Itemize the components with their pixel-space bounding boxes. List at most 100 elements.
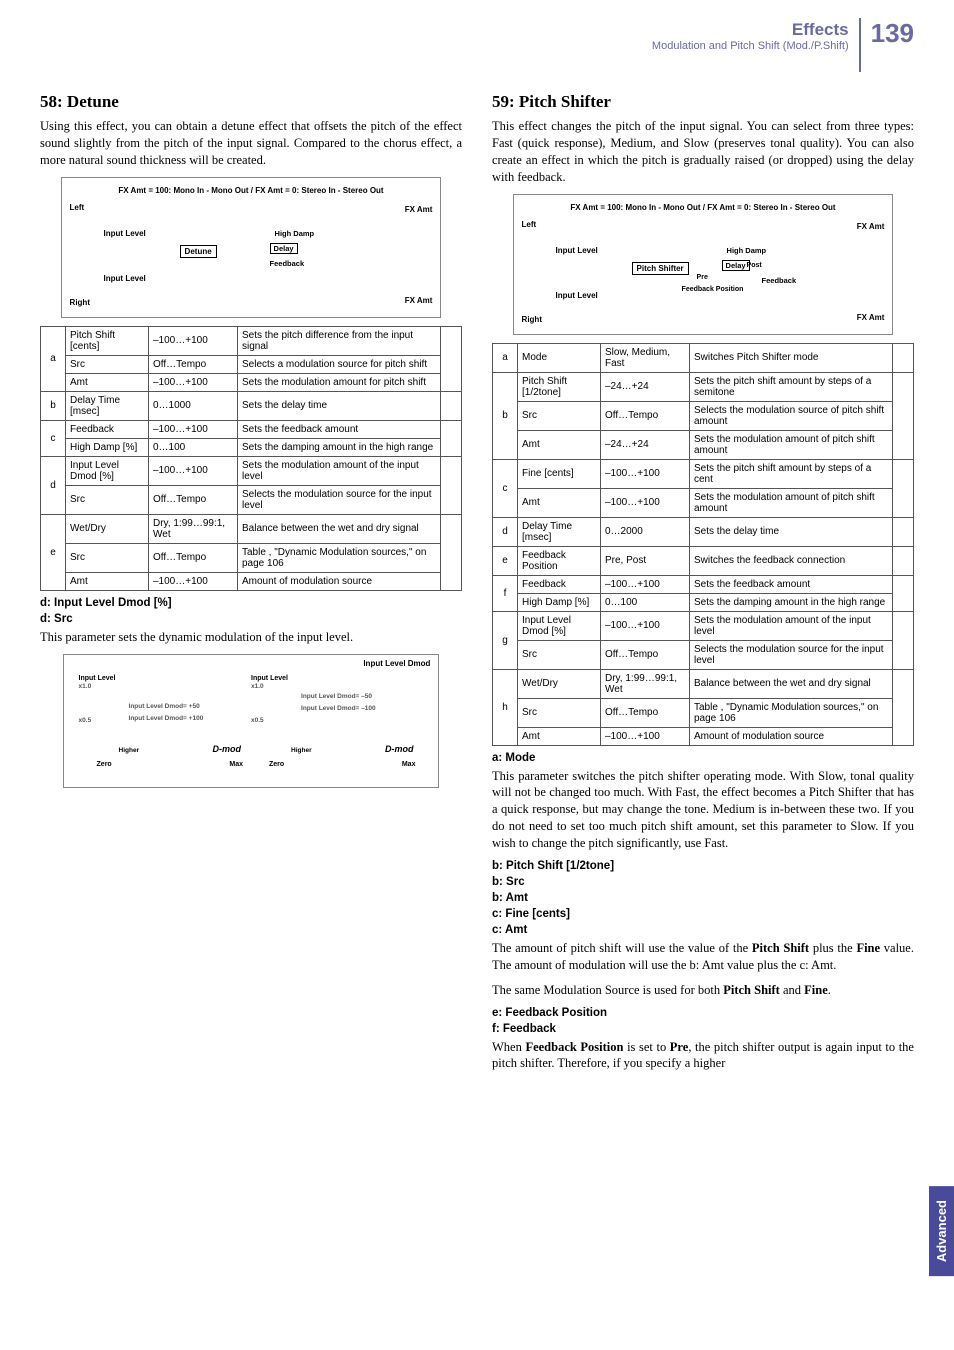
diagram-high-damp: High Damp — [275, 229, 315, 238]
table-row: gInput Level Dmod [%]–100…+100Sets the m… — [493, 611, 914, 640]
param-name: Src — [66, 485, 149, 514]
table-row: High Damp [%]0…100Sets the damping amoun… — [41, 438, 462, 456]
table-row: eWet/DryDry, 1:99…99:1, WetBalance betwe… — [41, 514, 462, 543]
param-range: Off…Tempo — [149, 355, 238, 373]
table-row: dDelay Time [msec]0…2000Sets the delay t… — [493, 517, 914, 546]
param-name: Pitch Shift [1/2tone] — [518, 372, 601, 401]
param-desc: Sets the feedback amount — [238, 420, 441, 438]
table-row: bPitch Shift [1/2tone]–24…+24Sets the pi… — [493, 372, 914, 401]
page-header: Effects Modulation and Pitch Shift (Mod.… — [0, 0, 954, 72]
row-group-label: h — [493, 669, 518, 745]
param-name: Amt — [66, 373, 149, 391]
dmod-x05-l: x0.5 — [79, 717, 92, 724]
section-58-dmod-desc: This parameter sets the dynamic modulati… — [40, 629, 462, 646]
diagram-left-label: Left — [70, 203, 85, 212]
diagram-fxamt-top: FX Amt — [405, 205, 433, 214]
param-extra — [893, 669, 914, 745]
param-desc: Sets the damping amount in the high rang… — [238, 438, 441, 456]
param-range: –100…+100 — [149, 373, 238, 391]
table-row: SrcOff…TempoTable , "Dynamic Modulation … — [493, 698, 914, 727]
dmod-higher-r: Higher — [291, 747, 312, 754]
param-desc: Sets the delay time — [690, 517, 893, 546]
dmod-left-title: Input Level — [79, 675, 116, 682]
table-row: fFeedback–100…+100Sets the feedback amou… — [493, 575, 914, 593]
diag-pre: Pre — [697, 274, 708, 281]
param-range: Slow, Medium, Fast — [601, 343, 690, 372]
dmod-dmod-l: D-mod — [212, 744, 241, 754]
p-a-mode: This parameter switches the pitch shifte… — [492, 768, 914, 852]
param-name: Amt — [518, 430, 601, 459]
row-group-label: e — [41, 514, 66, 590]
param-extra — [441, 420, 462, 456]
param-desc: Sets the modulation amount of pitch shif… — [690, 488, 893, 517]
dmod-l1: Input Level Dmod= +50 — [129, 703, 200, 710]
table-row: SrcOff…TempoSelects the modulation sourc… — [41, 485, 462, 514]
subhead-d-src: d: Src — [40, 613, 462, 625]
param-name: Delay Time [msec] — [518, 517, 601, 546]
subhead-b1: b: Pitch Shift [1/2tone] — [492, 860, 914, 872]
pitch-shifter-diagram: FX Amt = 100: Mono In - Mono Out / FX Am… — [513, 194, 894, 335]
param-desc: Amount of modulation source — [238, 572, 441, 590]
diagram-fxamt-bottom: FX Amt — [405, 296, 433, 305]
diag-fxamt-bot-r: FX Amt — [857, 313, 885, 322]
table-row: cFeedback–100…+100Sets the feedback amou… — [41, 420, 462, 438]
dmod-x05-r: x0.5 — [251, 717, 264, 724]
param-desc: Selects the modulation source of pitch s… — [690, 401, 893, 430]
diagram-input-level-1: Input Level — [104, 229, 146, 238]
param-range: 0…2000 — [601, 517, 690, 546]
subhead-c2: c: Amt — [492, 924, 914, 936]
table-row: Amt–100…+100Amount of modulation source — [41, 572, 462, 590]
table-row: dInput Level Dmod [%]–100…+100Sets the m… — [41, 456, 462, 485]
param-desc: Amount of modulation source — [690, 727, 893, 745]
param-desc: Balance between the wet and dry signal — [238, 514, 441, 543]
param-desc: Sets the pitch shift amount by steps of … — [690, 372, 893, 401]
param-range: –100…+100 — [149, 572, 238, 590]
param-desc: Sets the delay time — [238, 391, 441, 420]
subhead-b3: b: Amt — [492, 892, 914, 904]
input-level-dmod-figure: Input Level Dmod Input Level x1.0 x0.5 I… — [63, 654, 440, 788]
param-range: –100…+100 — [601, 727, 690, 745]
diag-right-r: Right — [522, 315, 542, 324]
row-group-label: e — [493, 546, 518, 575]
table-row: aPitch Shift [cents]–100…+100Sets the pi… — [41, 326, 462, 355]
param-extra — [441, 391, 462, 420]
diag-post: Post — [747, 262, 762, 269]
param-extra — [441, 514, 462, 590]
dmod-max-l: Max — [229, 761, 243, 768]
section-59-intro: This effect changes the pitch of the inp… — [492, 118, 914, 186]
param-range: –100…+100 — [601, 575, 690, 593]
table-row: SrcOff…TempoSelects a modulation source … — [41, 355, 462, 373]
row-group-label: c — [41, 420, 66, 456]
param-range: Off…Tempo — [149, 543, 238, 572]
table-row: cFine [cents]–100…+100Sets the pitch shi… — [493, 459, 914, 488]
param-range: Dry, 1:99…99:1, Wet — [149, 514, 238, 543]
param-range: –100…+100 — [601, 459, 690, 488]
detune-diagram: FX Amt = 100: Mono In - Mono Out / FX Am… — [61, 177, 442, 318]
param-desc: Table , "Dynamic Modulation sources," on… — [238, 543, 441, 572]
diagram-delay-box: Delay — [270, 243, 298, 254]
diag-left-r: Left — [522, 220, 537, 229]
row-group-label: d — [493, 517, 518, 546]
param-name: Input Level Dmod [%] — [518, 611, 601, 640]
param-range: 0…100 — [601, 593, 690, 611]
param-desc: Selects the modulation source for the in… — [238, 485, 441, 514]
param-desc: Selects the modulation source for the in… — [690, 640, 893, 669]
param-desc: Sets the pitch difference from the input… — [238, 326, 441, 355]
param-extra — [893, 546, 914, 575]
diag-fb-pos: Feedback Position — [682, 286, 744, 293]
header-subtitle: Modulation and Pitch Shift (Mod./P.Shift… — [652, 40, 849, 52]
param-name: Wet/Dry — [518, 669, 601, 698]
subhead-c1: c: Fine [cents] — [492, 908, 914, 920]
param-desc: Sets the feedback amount — [690, 575, 893, 593]
subhead-f: f: Feedback — [492, 1023, 914, 1035]
table-row: Amt–100…+100Sets the modulation amount o… — [493, 488, 914, 517]
side-tab-advanced: Advanced — [929, 1186, 954, 1276]
p-bc2: The same Modulation Source is used for b… — [492, 982, 914, 999]
param-desc: Sets the modulation amount for pitch shi… — [238, 373, 441, 391]
diag-il1-r: Input Level — [556, 246, 598, 255]
dmod-x10-l: x1.0 — [79, 683, 92, 690]
dmod-right-title: Input Level — [251, 675, 288, 682]
table-row: SrcOff…TempoSelects the modulation sourc… — [493, 640, 914, 669]
param-name: Feedback — [66, 420, 149, 438]
param-desc: Switches the feedback connection — [690, 546, 893, 575]
